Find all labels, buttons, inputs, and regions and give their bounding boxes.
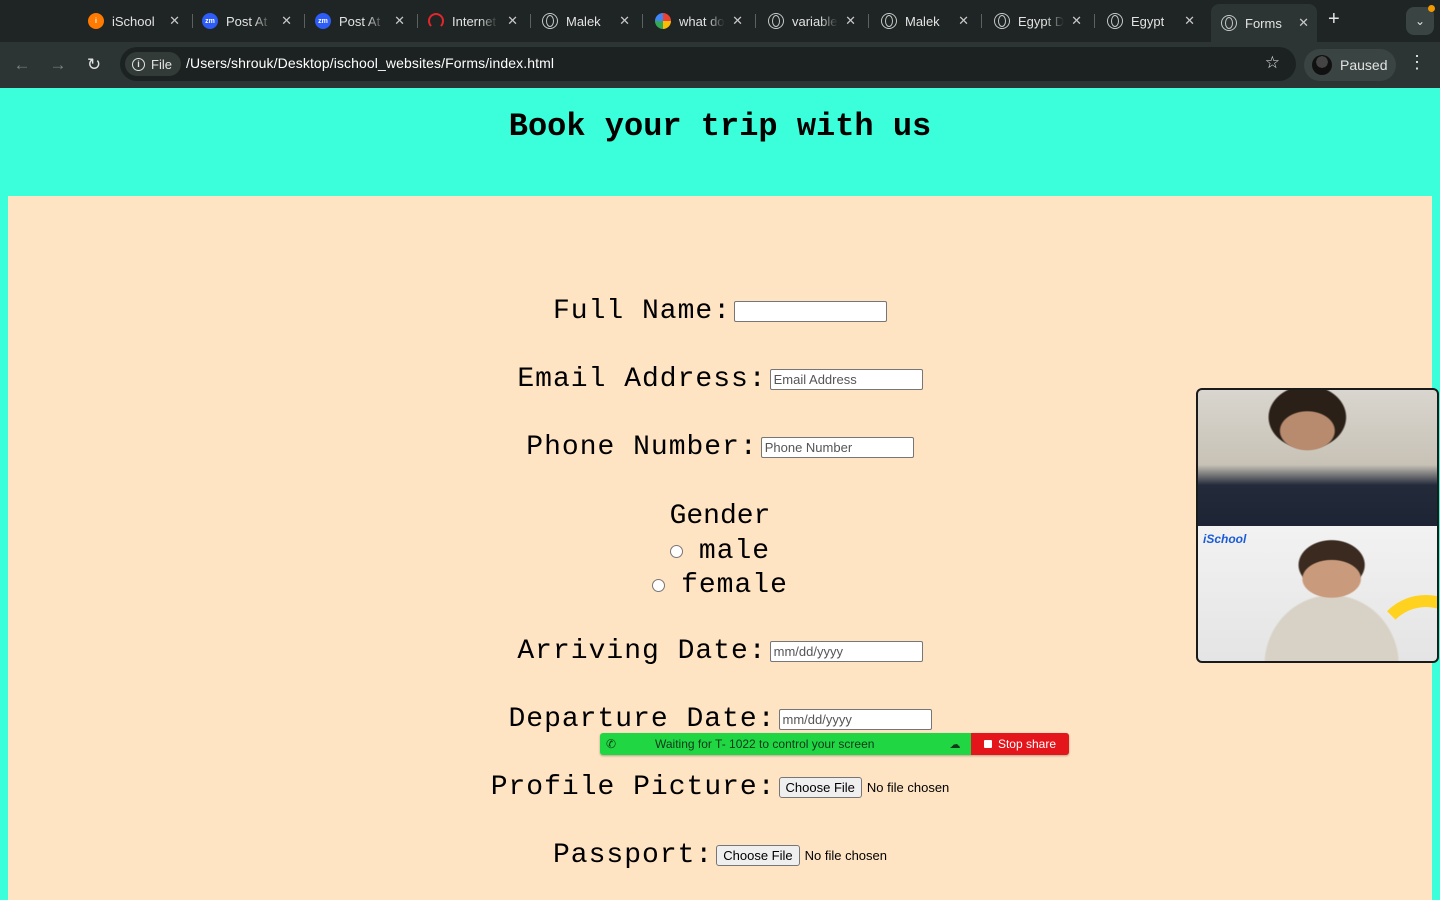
close-icon[interactable]: ✕ [1071,13,1082,29]
back-button[interactable]: ← [9,52,35,78]
close-icon[interactable]: ✕ [732,13,743,29]
stop-share-button[interactable]: Stop share [971,733,1069,755]
close-icon[interactable]: ✕ [958,13,969,29]
participant-video-1[interactable] [1198,390,1437,526]
tab-internet[interactable]: Internet ✕ [428,7,518,35]
male-label: male [698,536,771,567]
globe-icon [542,13,558,29]
profile-picture-row: Profile Picture: Choose File No file cho… [8,772,1432,803]
new-tab-button[interactable]: + [1328,8,1340,31]
passport-label: Passport: [553,840,714,871]
arriving-date-label: Arriving Date: [517,636,767,667]
tab-post-at-1[interactable]: zm Post At ✕ [202,7,292,35]
female-label: female [681,570,788,601]
screen-share-bar[interactable]: ✆ Waiting for T- 1022 to control your sc… [600,733,1069,755]
passport-file-status: No file chosen [804,848,887,863]
tab-malek-1[interactable]: Malek ✕ [542,7,630,35]
cloud-icon[interactable]: ☁ [945,738,965,751]
avatar [1312,55,1332,75]
browser-toolbar: ← → ↻ i File /Users/shrouk/Desktop/ischo… [0,42,1440,88]
globe-icon [768,13,784,29]
zoom-favicon: zm [202,13,218,29]
notification-dot [1428,5,1435,12]
phone-field[interactable]: Phone Number [760,437,914,458]
email-field[interactable]: Email Address [769,369,923,390]
close-icon[interactable]: ✕ [1298,15,1309,31]
forward-button[interactable]: → [45,52,71,78]
info-icon: i [132,57,145,71]
bookmark-star-icon[interactable]: ☆ [1265,53,1280,73]
zoom-favicon: zm [315,13,331,29]
arriving-date-field[interactable]: mm/dd/yyyy [769,641,923,662]
tab-strip: i iSchool ✕ zm Post At ✕ zm Post At ✕ In… [0,0,1440,42]
full-name-label: Full Name: [552,296,732,327]
phone-icon: ✆ [606,737,617,751]
email-label: Email Address: [517,364,767,395]
globe-icon [881,13,897,29]
site-info-chip[interactable]: i File [125,52,181,76]
globe-icon [1107,13,1123,29]
male-radio[interactable] [669,545,683,558]
close-icon[interactable]: ✕ [169,13,180,29]
tab-ischool[interactable]: i iSchool ✕ [88,7,180,35]
share-status-text: Waiting for T- 1022 to control your scre… [655,737,875,751]
globe-icon [994,13,1010,29]
chevron-down-icon: ⌄ [1414,14,1426,28]
arrow-left-icon: ← [13,55,31,74]
tab-variable[interactable]: variable ✕ [768,7,856,35]
close-icon[interactable]: ✕ [507,13,518,29]
participant-video-2[interactable]: iSchool [1198,526,1437,661]
close-icon[interactable]: ✕ [1184,13,1195,29]
decorative-arc [1371,595,1437,661]
departure-date-field[interactable]: mm/dd/yyyy [778,709,932,730]
arrow-right-icon: → [49,55,67,74]
departure-date-row: Departure Date: mm/dd/yyyy [8,704,1432,735]
tab-malek-2[interactable]: Malek ✕ [881,7,969,35]
tab-egypt-d[interactable]: Egypt D ✕ [994,7,1082,35]
kebab-menu-icon[interactable]: ⋮ [1408,52,1426,73]
close-icon[interactable]: ✕ [845,13,856,29]
full-name-input[interactable] [734,301,888,322]
ischool-favicon: i [88,13,104,29]
tab-what-do[interactable]: what do ✕ [655,7,743,35]
tab-post-at-2[interactable]: zm Post At ✕ [315,7,405,35]
address-bar[interactable]: i File /Users/shrouk/Desktop/ischool_web… [120,47,1296,81]
profile-file-status: No file chosen [866,780,950,795]
reload-icon: ↻ [86,55,102,74]
close-icon[interactable]: ✕ [281,13,292,29]
google-favicon [655,13,671,29]
video-call-panel[interactable]: iSchool [1196,388,1439,663]
stop-icon [983,740,992,748]
page-title: Book your trip with us [508,108,932,145]
tab-egypt[interactable]: Egypt ✕ [1107,7,1195,35]
close-icon[interactable]: ✕ [394,13,405,29]
profile-picture-label: Profile Picture: [490,772,776,803]
profile-button[interactable]: Paused [1304,49,1396,81]
full-name-row: Full Name: [8,296,1432,327]
url-text[interactable]: /Users/shrouk/Desktop/ischool_websites/F… [186,55,554,71]
profile-choose-file-button[interactable]: Choose File [778,777,862,798]
speedtest-favicon [428,13,444,29]
close-icon[interactable]: ✕ [619,13,630,29]
female-radio[interactable] [652,579,666,592]
reload-button[interactable]: ↻ [81,52,107,78]
departure-date-label: Departure Date: [508,704,776,735]
tab-forms[interactable]: Forms ✕ [1211,4,1317,42]
globe-icon [1221,15,1237,31]
phone-label: Phone Number: [526,432,758,463]
passport-row: Passport: Choose File No file chosen [8,840,1432,871]
passport-choose-file-button[interactable]: Choose File [716,845,800,866]
ischool-logo: iSchool [1203,532,1247,546]
